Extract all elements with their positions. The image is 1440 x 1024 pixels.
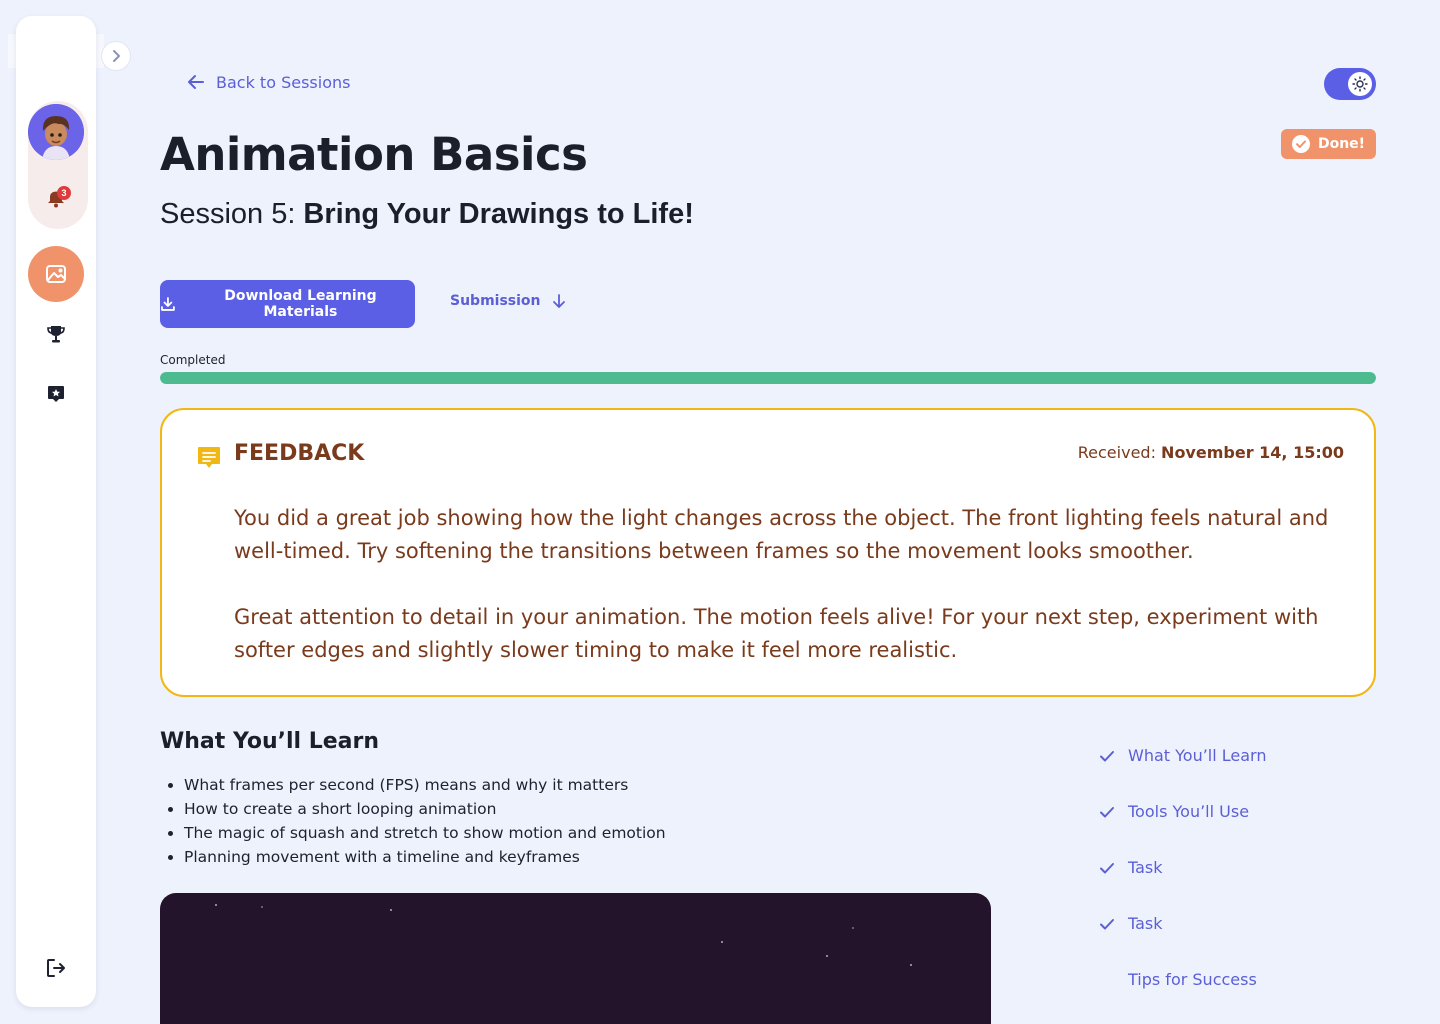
page-title: Animation Basics	[160, 128, 588, 181]
animation-video-player[interactable]	[160, 893, 991, 1024]
toc-item-tools-youll-use[interactable]: Tools You’ll Use	[1098, 802, 1249, 821]
toc-spacer	[1098, 971, 1116, 989]
feedback-received: Received: November 14, 15:00	[1078, 443, 1344, 462]
star	[390, 909, 392, 911]
check-circle-icon	[1291, 135, 1310, 153]
toc-item-what-youll-learn[interactable]: What You’ll Learn	[1098, 746, 1266, 765]
notification-count-badge: 3	[57, 186, 71, 200]
message-icon	[198, 447, 220, 468]
learn-section-title: What You’ll Learn	[160, 729, 380, 754]
star	[910, 964, 912, 966]
sun-icon	[1352, 76, 1368, 92]
checkmark-icon	[1098, 915, 1116, 933]
checkmark-icon	[1098, 803, 1116, 821]
progress-bar	[160, 372, 1376, 384]
checkmark-icon	[1098, 859, 1116, 877]
status-badge-done: Done!	[1281, 129, 1376, 159]
list-item: The magic of squash and stretch to show …	[168, 821, 666, 845]
star	[721, 941, 723, 943]
feedback-body: You did a great job showing how the ligh…	[234, 502, 1334, 667]
download-materials-button[interactable]: Download Learning Materials	[160, 280, 415, 328]
star	[852, 927, 854, 929]
feedback-title: FEEDBACK	[234, 441, 365, 466]
done-label: Done!	[1317, 136, 1366, 152]
feedback-card: FEEDBACK Received: November 14, 15:00 Yo…	[160, 408, 1376, 697]
toc-item-task-2[interactable]: Task	[1098, 914, 1163, 933]
session-subtitle: Session 5: Bring Your Drawings to Life!	[160, 198, 694, 231]
toc-item-label: What You’ll Learn	[1128, 746, 1267, 765]
learn-list: What frames per second (FPS) means and w…	[168, 773, 666, 869]
list-item: Planning movement with a timeline and ke…	[168, 845, 666, 869]
submission-link[interactable]: Submission	[450, 293, 567, 309]
logout-button[interactable]	[44, 956, 68, 980]
sidebar-collapse-button[interactable]	[101, 41, 131, 71]
download-icon	[161, 297, 175, 311]
progress-fill	[160, 372, 1376, 384]
logout-icon	[47, 959, 65, 977]
toc-item-label: Task	[1128, 914, 1163, 933]
theme-toggle-knob	[1348, 72, 1372, 96]
trophy-icon	[47, 326, 65, 343]
arrow-down-icon	[552, 294, 565, 308]
nav-badges-button[interactable]	[44, 382, 68, 406]
toc-item-label: Tools You’ll Use	[1128, 802, 1250, 821]
theme-toggle[interactable]	[1324, 68, 1376, 100]
star	[215, 904, 217, 906]
image-gallery-icon	[46, 265, 66, 283]
received-label: Received:	[1077, 443, 1156, 462]
toc-item-task-1[interactable]: Task	[1098, 858, 1163, 877]
list-item: How to create a short looping animation	[168, 797, 666, 821]
toc-item-tips-for-success[interactable]: Tips for Success	[1098, 970, 1257, 989]
nav-gallery-button[interactable]	[28, 246, 84, 302]
session-number: Session 5:	[160, 198, 296, 230]
toc-item-label: Tips for Success	[1128, 970, 1257, 989]
checkmark-icon	[1098, 747, 1116, 765]
download-button-label: Download Learning Materials	[224, 288, 377, 320]
submission-label: Submission	[450, 293, 541, 309]
arrow-left-icon	[188, 75, 204, 89]
back-to-sessions-link[interactable]: Back to Sessions	[186, 72, 350, 92]
progress-label: Completed	[160, 353, 226, 367]
avatar-image	[28, 104, 84, 160]
star	[261, 906, 263, 908]
received-date: November 14, 15:00	[1161, 443, 1344, 462]
toc-item-label: Task	[1128, 858, 1163, 877]
star-badge-icon	[48, 386, 64, 402]
session-name: Bring Your Drawings to Life!	[303, 198, 694, 230]
star	[826, 955, 828, 957]
list-item: What frames per second (FPS) means and w…	[168, 773, 666, 797]
feedback-paragraph: You did a great job showing how the ligh…	[234, 506, 1329, 563]
nav-trophy-button[interactable]	[44, 322, 68, 346]
avatar[interactable]	[28, 104, 84, 160]
feedback-paragraph: Great attention to detail in your animat…	[234, 605, 1319, 662]
chevron-right-icon	[113, 50, 120, 62]
back-link-label: Back to Sessions	[216, 72, 351, 92]
